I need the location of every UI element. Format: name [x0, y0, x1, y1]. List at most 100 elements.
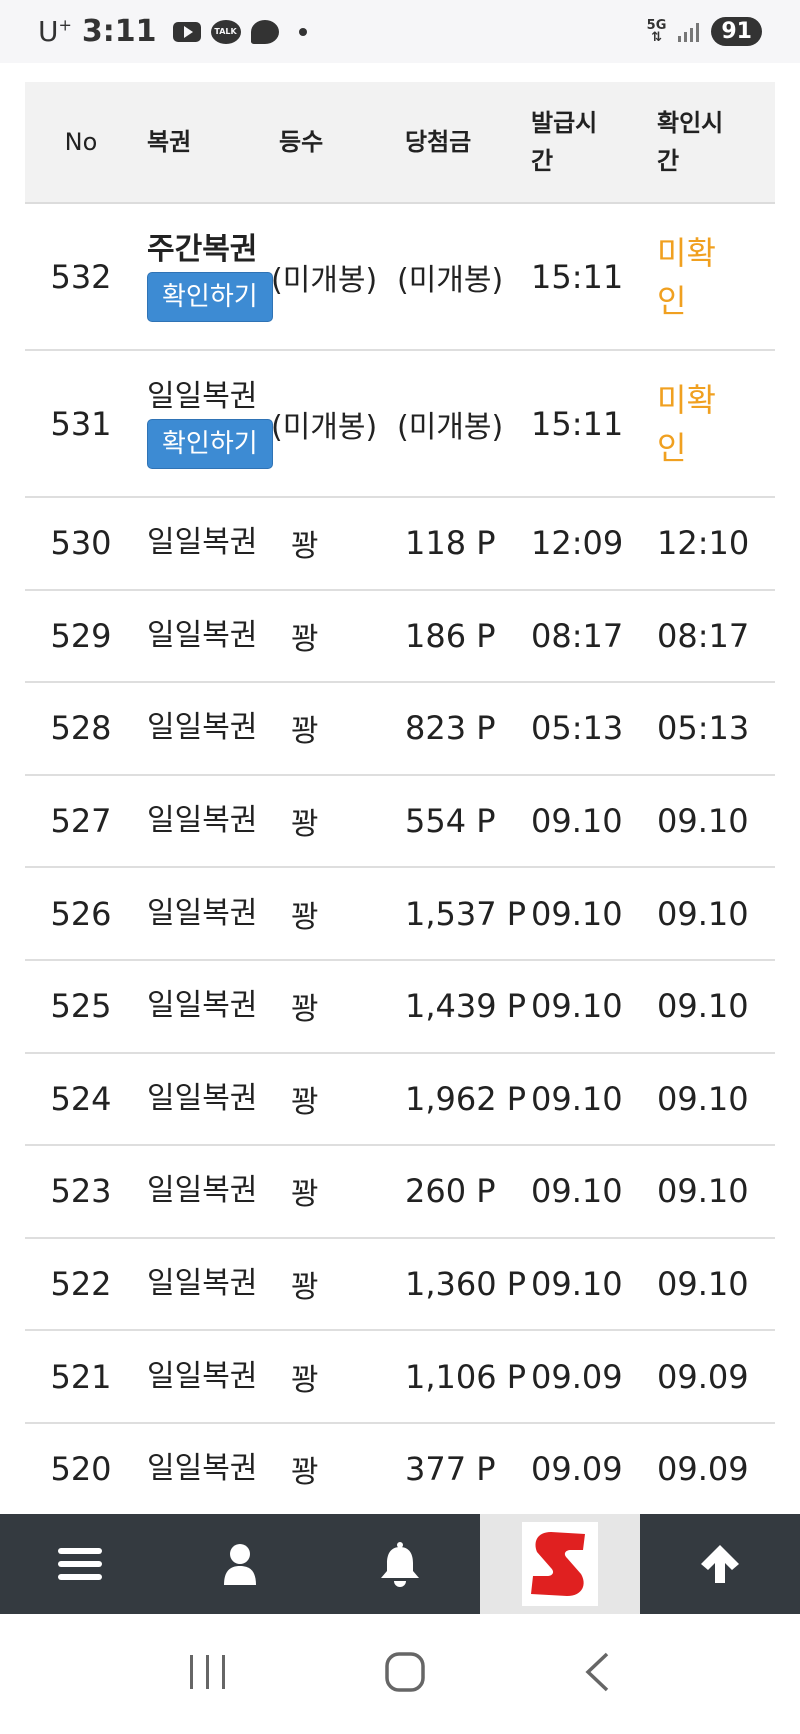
row-checked-time: 05:13	[647, 682, 775, 776]
row-ticket: 일일복권	[137, 589, 269, 684]
row-status-unchecked: 미확 인	[647, 203, 775, 351]
table-row-pending: 532 주간복권 확인하기 (미개봉) (미개봉) 15:11 미확 인	[25, 203, 775, 351]
arrow-up-icon	[701, 1545, 739, 1583]
row-rank: 꽝	[269, 497, 395, 591]
bottom-nav-bar	[0, 1514, 800, 1614]
row-rank: 꽝	[269, 1237, 395, 1332]
row-checked-time: 09.10	[647, 1237, 775, 1332]
row-checked-time: 09.10	[647, 774, 775, 869]
row-issued-time: 09.10	[521, 1237, 647, 1332]
row-checked-time: 09.09	[647, 1330, 775, 1424]
row-checked-time: 09.10	[647, 867, 775, 961]
row-ticket: 일일복권	[137, 1237, 269, 1332]
home-button[interactable]	[384, 1651, 426, 1697]
back-icon	[585, 1652, 609, 1692]
table-row: 530 일일복권 꽝 118 P 12:09 12:10	[25, 497, 775, 591]
notifications-button[interactable]	[320, 1514, 480, 1614]
header-ticket: 복권	[137, 82, 269, 204]
table-row: 521 일일복권 꽝 1,106 P 09.09 09.09	[25, 1330, 775, 1424]
confirm-button[interactable]: 확인하기	[147, 271, 273, 322]
row-ticket: 주간복권 확인하기	[137, 203, 273, 351]
row-issued-time: 08:17	[521, 589, 647, 684]
table-row: 524 일일복권 꽝 1,962 P 09.10 09.10	[25, 1052, 775, 1147]
row-prize: (미개봉)	[395, 350, 521, 498]
row-prize: 260 P	[395, 1145, 521, 1239]
row-no: 520	[25, 1422, 137, 1517]
row-ticket: 일일복권	[137, 867, 269, 961]
header-no: No	[25, 82, 137, 204]
row-rank: 꽝	[269, 867, 395, 961]
row-prize: 186 P	[395, 589, 521, 684]
row-ticket: 일일복권	[137, 1052, 269, 1147]
row-checked-time: 09.10	[647, 959, 775, 1054]
row-ticket: 일일복권	[137, 682, 269, 776]
carrier-label: U+	[38, 15, 72, 48]
row-issued-time: 09.10	[521, 1052, 647, 1147]
row-rank: 꽝	[269, 589, 395, 684]
row-issued-time: 09.10	[521, 867, 647, 961]
row-no: 521	[25, 1330, 137, 1424]
row-prize: 823 P	[395, 682, 521, 776]
recent-apps-button[interactable]	[188, 1653, 228, 1695]
menu-icon	[58, 1548, 102, 1580]
row-prize: 1,360 P	[395, 1237, 526, 1332]
row-prize: 1,962 P	[395, 1052, 526, 1147]
menu-button[interactable]	[0, 1514, 160, 1614]
table-row: 522 일일복권 꽝 1,360 P 09.10 09.10	[25, 1237, 775, 1332]
battery-indicator: 91	[711, 17, 762, 46]
row-no: 530	[25, 497, 137, 591]
row-checked-time: 12:10	[647, 497, 775, 591]
row-no: 528	[25, 682, 137, 776]
kakaotalk-icon: TALK	[210, 19, 241, 44]
row-no: 522	[25, 1237, 137, 1332]
row-rank: 꽝	[269, 1330, 395, 1424]
profile-button[interactable]	[160, 1514, 320, 1614]
youtube-icon	[172, 21, 201, 42]
home-icon	[385, 1652, 425, 1692]
5g-icon: 5G ⇅	[646, 17, 667, 45]
table-row: 525 일일복권 꽝 1,439 P 09.10 09.10	[25, 959, 775, 1054]
row-rank: 꽝	[269, 959, 395, 1054]
status-bar: U+ 3:11 TALK 5G ⇅ 91	[0, 0, 800, 63]
row-issued-time: 15:11	[521, 350, 647, 498]
status-time: 3:11	[81, 14, 157, 49]
scroll-top-button[interactable]	[640, 1514, 800, 1614]
row-issued-time: 09.10	[521, 959, 647, 1054]
row-issued-time: 12:09	[521, 497, 647, 591]
row-issued-time: 09.10	[521, 774, 647, 869]
row-prize: 1,106 P	[395, 1330, 526, 1424]
table-row: 527 일일복권 꽝 554 P 09.10 09.10	[25, 774, 775, 869]
table-row: 528 일일복권 꽝 823 P 05:13 05:13	[25, 682, 775, 776]
row-prize: 377 P	[395, 1422, 521, 1517]
row-prize: 118 P	[395, 497, 521, 591]
row-no: 525	[25, 959, 137, 1054]
chat-icon	[250, 19, 279, 44]
signal-icon	[678, 22, 700, 42]
row-issued-time: 09.10	[521, 1145, 647, 1239]
row-no: 527	[25, 774, 137, 869]
row-prize: 1,537 P	[395, 867, 526, 961]
row-checked-time: 09.10	[647, 1145, 775, 1239]
row-rank: 꽝	[269, 1052, 395, 1147]
ticket-name: 주간복권	[147, 231, 258, 267]
row-issued-time: 15:11	[521, 203, 647, 351]
brand-logo-button[interactable]	[480, 1514, 640, 1614]
notification-dot-icon	[298, 27, 307, 36]
row-ticket: 일일복권	[137, 774, 269, 869]
row-checked-time: 09.09	[647, 1422, 775, 1517]
row-no: 529	[25, 589, 137, 684]
row-rank: 꽝	[269, 1422, 395, 1517]
header-prize: 당첨금	[395, 82, 521, 204]
header-checked-time: 확인시 간	[647, 82, 775, 204]
row-rank: (미개봉)	[269, 203, 395, 351]
back-button[interactable]	[582, 1651, 612, 1697]
row-rank: 꽝	[269, 1145, 395, 1239]
row-issued-time: 09.09	[521, 1422, 647, 1517]
row-prize: 554 P	[395, 774, 521, 869]
table-row-pending: 531 일일복권 확인하기 (미개봉) (미개봉) 15:11 미확 인	[25, 350, 775, 498]
row-checked-time: 08:17	[647, 589, 775, 684]
confirm-button[interactable]: 확인하기	[147, 418, 273, 469]
row-no: 526	[25, 867, 137, 961]
row-prize: 1,439 P	[395, 959, 526, 1054]
row-status-unchecked: 미확 인	[647, 350, 775, 498]
